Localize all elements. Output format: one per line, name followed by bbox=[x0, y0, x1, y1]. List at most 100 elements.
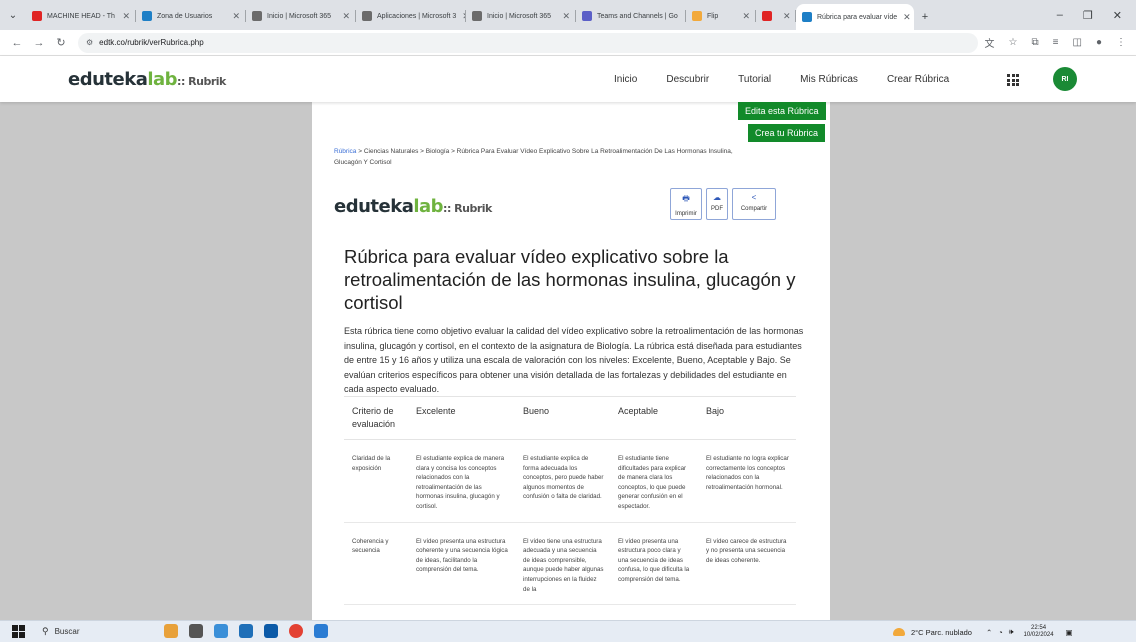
site-logo[interactable]: edutekalab:: Rubrik bbox=[68, 69, 226, 90]
tab-favicon-icon bbox=[32, 11, 42, 21]
clock[interactable]: 22:54 10/02/2024 bbox=[1024, 625, 1054, 639]
sidepanel-icon[interactable]: ◫ bbox=[1073, 37, 1082, 48]
page-title: Rúbrica para evaluar vídeo explicativo s… bbox=[344, 246, 796, 313]
nav-link-4[interactable]: Crear Rúbrica bbox=[887, 74, 949, 85]
nav-link-1[interactable]: Descubrir bbox=[666, 74, 709, 85]
site-info-icon[interactable]: ⚙ bbox=[86, 38, 93, 47]
restore-icon[interactable]: ❐ bbox=[1083, 9, 1093, 22]
header-criterio: Criterio de evaluación bbox=[344, 396, 408, 440]
tab-close-icon[interactable]: ✕ bbox=[556, 11, 570, 22]
reading-list-icon[interactable]: ≡ bbox=[1053, 37, 1059, 48]
table-row: Claridad de la exposición El estudiante e… bbox=[344, 439, 796, 523]
apps-grid-icon[interactable] bbox=[1007, 74, 1019, 86]
tab-close-icon[interactable]: ✕ bbox=[336, 11, 350, 22]
tab-title: Flip bbox=[707, 12, 719, 20]
edit-rubric-button[interactable]: Edita esta Rúbrica bbox=[738, 102, 826, 120]
system-tray: 2°C Parc. nublado ⌃ ◔ 🕪 22:54 10/02/2024… bbox=[893, 621, 1073, 642]
tab[interactable]: Zona de Usuarios ✕ bbox=[136, 4, 246, 28]
tab[interactable]: Inicio | Microsoft 365 ✕ bbox=[466, 4, 576, 28]
close-window-icon[interactable]: ✕ bbox=[1113, 9, 1122, 22]
notifications-icon[interactable]: ▣ bbox=[1066, 628, 1073, 637]
tab-close-icon[interactable]: ✕ bbox=[777, 11, 791, 22]
header-bueno: Bueno bbox=[515, 396, 610, 440]
header-excelente: Excelente bbox=[408, 396, 515, 440]
header-bajo: Bajo bbox=[698, 396, 796, 440]
tab-strip: ⌄ MACHINE HEAD - Th ✕ Zona de Usuarios ✕ Ini… bbox=[0, 0, 1136, 30]
tab-close-icon[interactable]: ✕ bbox=[226, 11, 240, 22]
table-header-row: Criterio de evaluación Excelente Bueno A… bbox=[344, 396, 796, 440]
search-icon: ⚲ bbox=[42, 626, 49, 636]
level-cell: El vídeo presenta una estructura coheren… bbox=[408, 522, 515, 606]
tab[interactable]: Inicio | Microsoft 365 ✕ bbox=[246, 4, 356, 28]
level-cell: El vídeo carece de estructura y no prese… bbox=[698, 522, 796, 606]
files-icon[interactable] bbox=[214, 624, 228, 638]
clock-date: 10/02/2024 bbox=[1023, 632, 1054, 638]
main-nav: Inicio Descubrir Tutorial Mis Rúbricas Crear… bbox=[614, 56, 978, 102]
level-cell: El estudiante no logra explicar correcta… bbox=[698, 439, 796, 523]
extensions-icon[interactable]: ⧉ bbox=[1032, 37, 1039, 48]
tab-favicon-icon bbox=[362, 11, 372, 21]
level-cell: El vídeo tiene una estructura adecuada y… bbox=[515, 522, 610, 606]
tab[interactable]: Aplicaciones | Microsoft 3✕ bbox=[356, 4, 466, 28]
network-icon[interactable]: ◔ bbox=[998, 628, 1003, 637]
taskbar-apps bbox=[164, 624, 328, 638]
tab-favicon-icon bbox=[802, 12, 812, 22]
volume-icon[interactable]: 🕪 bbox=[1009, 627, 1014, 637]
tab-favicon-icon bbox=[142, 11, 152, 21]
tab-title: Zona de Usuarios bbox=[157, 12, 213, 20]
tab-favicon-icon bbox=[582, 11, 592, 21]
site-header: edutekalab:: Rubrik Inicio Descubrir Tutor… bbox=[0, 56, 1136, 102]
translate-icon[interactable]: 文 bbox=[985, 35, 995, 50]
tab-title: Inicio | Microsoft 365 bbox=[267, 12, 332, 20]
weather-icon bbox=[893, 628, 905, 636]
logo-text-lab: lab bbox=[147, 68, 178, 90]
nav-link-2[interactable]: Tutorial bbox=[738, 74, 771, 85]
url-text: edtk.co/rubrik/verRubrica.php bbox=[99, 38, 204, 47]
tab-favicon-icon bbox=[692, 11, 702, 21]
level-cell: El estudiante explica de forma adecuada … bbox=[515, 439, 610, 523]
tab-close-icon[interactable]: ✕ bbox=[897, 12, 911, 23]
header-aceptable: Aceptable bbox=[610, 396, 698, 440]
nav-link-0[interactable]: Inicio bbox=[614, 74, 637, 85]
forward-icon[interactable]: → bbox=[28, 37, 50, 49]
table-body: Claridad de la exposición El estudiante e… bbox=[344, 439, 796, 606]
tab-title: Inicio | Microsoft 365 bbox=[487, 12, 552, 20]
user-avatar[interactable]: RI bbox=[1053, 67, 1077, 91]
task-view-icon[interactable] bbox=[189, 624, 203, 638]
tab-favicon-icon bbox=[762, 11, 772, 21]
minimize-icon[interactable]: – bbox=[1057, 9, 1063, 22]
weather-text[interactable]: 2°C Parc. nublado bbox=[911, 628, 972, 637]
tab[interactable]: MACHINE HEAD - Th ✕ bbox=[26, 4, 136, 28]
reload-icon[interactable]: ↻ bbox=[50, 36, 72, 49]
widgets-icon[interactable] bbox=[164, 624, 178, 638]
level-cell: El vídeo presenta una estructura poco cl… bbox=[610, 522, 698, 606]
tab-title: Rúbrica para evaluar víde bbox=[817, 13, 898, 21]
menu-icon[interactable]: ⋮ bbox=[1116, 37, 1126, 48]
back-icon[interactable]: ← bbox=[6, 37, 28, 49]
tab[interactable]: ✕ bbox=[756, 4, 796, 28]
tab[interactable]: Flip ✕ bbox=[686, 4, 756, 28]
tab-search-icon[interactable]: ⌄ bbox=[0, 0, 26, 30]
chrome-icon[interactable] bbox=[289, 624, 303, 638]
logo-text-rubrik: :: Rubrik bbox=[177, 74, 226, 88]
tab[interactable]: Teams and Channels | Go✕ bbox=[576, 4, 686, 28]
tab-list: MACHINE HEAD - Th ✕ Zona de Usuarios ✕ Inici… bbox=[26, 0, 914, 30]
nav-link-3[interactable]: Mis Rúbricas bbox=[800, 74, 858, 85]
tray-chevron-icon[interactable]: ⌃ bbox=[986, 628, 992, 637]
windows-taskbar: ⚲ Buscar 2°C Parc. nublado ⌃ ◔ 🕪 22:54 1… bbox=[0, 620, 1136, 642]
clock-time: 22:54 bbox=[1031, 625, 1047, 631]
taskbar-search[interactable]: ⚲ Buscar bbox=[42, 626, 162, 637]
bookmark-star-icon[interactable]: ☆ bbox=[1009, 37, 1018, 48]
mail-icon[interactable] bbox=[264, 624, 278, 638]
tab-close-icon[interactable]: ✕ bbox=[116, 11, 130, 22]
store-icon[interactable] bbox=[239, 624, 253, 638]
browser-toolbar: 文 ☆ ⧉ ≡ ◫ ● ⋮ bbox=[985, 35, 1136, 50]
start-button[interactable] bbox=[12, 624, 26, 639]
profile-icon[interactable]: ● bbox=[1096, 37, 1102, 48]
word-icon[interactable] bbox=[314, 624, 328, 638]
create-rubric-button[interactable]: Crea tu Rúbrica bbox=[748, 124, 826, 142]
tab-close-icon[interactable]: ✕ bbox=[736, 11, 750, 22]
url-field[interactable]: ⚙ edtk.co/rubrik/verRubrica.php bbox=[78, 32, 978, 53]
new-tab-button[interactable]: + bbox=[914, 5, 936, 29]
tab-active[interactable]: Rúbrica para evaluar víde ✕ bbox=[796, 4, 914, 30]
